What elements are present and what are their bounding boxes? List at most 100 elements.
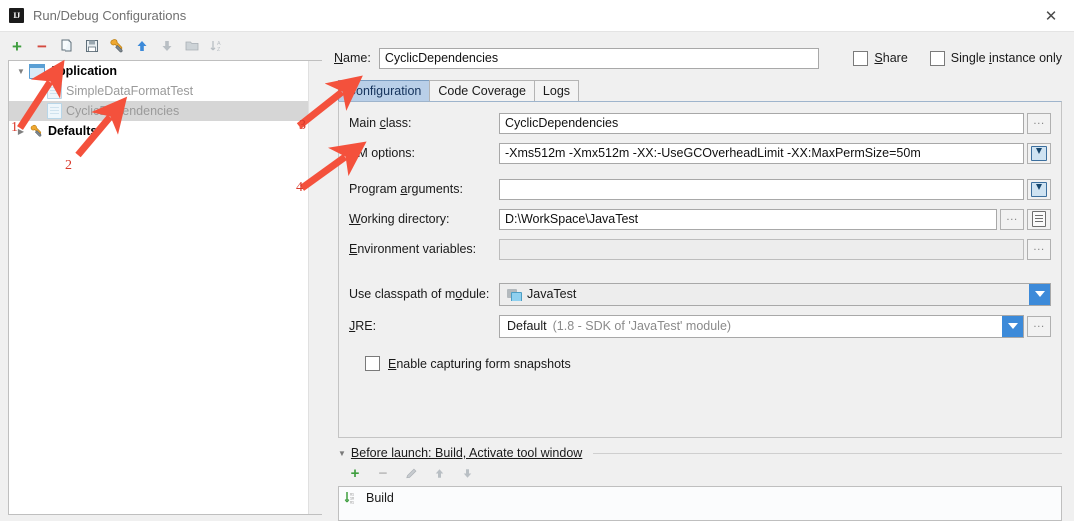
edit-task-button[interactable]: [400, 462, 422, 484]
form-snapshots-label: Enable capturing form snapshots: [388, 356, 571, 371]
title-bar: IJ Run/Debug Configurations ✕: [0, 0, 1074, 32]
add-task-button[interactable]: +: [344, 462, 366, 484]
list-item[interactable]: 01 10 01 Build: [339, 487, 1061, 508]
single-instance-checkbox[interactable]: Single instance only: [929, 50, 1062, 66]
close-icon[interactable]: ✕: [1028, 0, 1074, 31]
move-down-button[interactable]: [156, 35, 178, 57]
sort-az-icon: A Z: [210, 41, 221, 53]
before-launch-task-list[interactable]: 01 10 01 Build: [338, 486, 1062, 521]
single-instance-checkbox-box[interactable]: [929, 50, 945, 66]
environment-variables-label: Environment variables:: [349, 242, 477, 256]
jre-row: JRE: Default (1.8 - SDK of 'JavaTest' mo…: [349, 314, 1051, 338]
edit-defaults-button[interactable]: [106, 35, 128, 57]
working-directory-row: Working directory: D:\WorkSpace\JavaTest…: [349, 208, 1051, 230]
single-instance-label: Single instance only: [950, 51, 1062, 65]
jre-value: Default: [507, 319, 547, 333]
before-launch-toolbar: + −: [338, 460, 1062, 486]
program-arguments-input[interactable]: [499, 178, 1024, 200]
save-icon: [86, 40, 98, 52]
configuration-editor-panel: Name: CyclicDependencies Share Single in…: [330, 32, 1074, 521]
plus-icon: +: [350, 464, 360, 482]
arrow-down-icon: [162, 41, 172, 51]
remove-configuration-button[interactable]: −: [31, 35, 53, 57]
copy-configuration-button[interactable]: [56, 35, 78, 57]
tree-scrollbar[interactable]: [308, 61, 322, 514]
add-configuration-button[interactable]: +: [6, 35, 28, 57]
minus-icon: −: [37, 36, 47, 56]
tree-node-label: CyclicDependencies: [66, 104, 180, 118]
svg-text:01: 01: [350, 500, 354, 504]
application-icon: [29, 63, 45, 79]
name-input[interactable]: CyclicDependencies: [378, 47, 820, 69]
before-launch-header[interactable]: ▼ Before launch: Build, Activate tool wi…: [338, 446, 1062, 460]
save-configuration-button[interactable]: [81, 35, 103, 57]
configuration-form: Main class: CyclicDependencies … VM opti…: [339, 102, 1061, 371]
environment-variables-browse-button[interactable]: …: [1027, 238, 1051, 260]
working-directory-browse-button[interactable]: …: [1000, 208, 1024, 230]
tree-node-label: Defaults: [48, 124, 98, 138]
vm-options-expand-button[interactable]: [1027, 142, 1051, 164]
tree-node-cyclicdependencies[interactable]: CyclicDependencies: [9, 101, 322, 121]
vm-options-input[interactable]: -Xms512m -Xmx512m -XX:-UseGCOverheadLimi…: [499, 142, 1024, 164]
environment-variables-row: Environment variables: …: [349, 238, 1051, 260]
minus-icon: −: [378, 464, 388, 482]
plus-icon: +: [12, 36, 22, 56]
share-checkbox-box[interactable]: [853, 50, 869, 66]
window-title: Run/Debug Configurations: [33, 8, 187, 23]
jre-combobox[interactable]: Default (1.8 - SDK of 'JavaTest' module): [499, 314, 1024, 338]
macros-list-icon: [1032, 211, 1046, 227]
task-label: Build: [366, 490, 394, 505]
working-directory-macros-button[interactable]: [1027, 208, 1051, 230]
vm-options-label: VM options:: [349, 146, 416, 160]
main-class-row: Main class: CyclicDependencies …: [349, 112, 1051, 134]
program-arguments-row: Program arguments:: [349, 178, 1051, 200]
main-class-input[interactable]: CyclicDependencies: [499, 112, 1024, 134]
tab-code-coverage[interactable]: Code Coverage: [429, 80, 535, 101]
editor-tabs: Configuration Code Coverage Logs: [338, 78, 1062, 101]
annotation-number-4: 4: [296, 180, 303, 195]
program-arguments-expand-button[interactable]: [1027, 178, 1051, 200]
vm-options-row: VM options: -Xms512m -Xmx512m -XX:-UseGC…: [349, 142, 1051, 164]
share-checkbox[interactable]: Share: [853, 50, 908, 66]
form-snapshots-checkbox[interactable]: Enable capturing form snapshots: [365, 356, 1051, 371]
expand-editor-icon: [1031, 181, 1047, 197]
classpath-module-combobox[interactable]: JavaTest: [499, 282, 1051, 306]
run-config-icon: [47, 103, 62, 119]
remove-task-button[interactable]: −: [372, 462, 394, 484]
jre-value-wrap: Default (1.8 - SDK of 'JavaTest' module): [500, 319, 1002, 333]
module-icon: [507, 288, 522, 301]
folder-icon: [185, 41, 199, 51]
chevron-down-icon[interactable]: ▼: [338, 449, 346, 458]
configurations-toolbar: + − A Z: [0, 32, 330, 60]
annotation-number-1: 1: [11, 120, 18, 135]
jre-browse-button[interactable]: …: [1027, 315, 1051, 337]
form-snapshots-checkbox-box[interactable]: [365, 356, 380, 371]
tree-node-label: SimpleDataFormatTest: [66, 84, 194, 98]
chevron-down-icon[interactable]: [1029, 283, 1050, 305]
tree-node-defaults[interactable]: ▶ Defaults: [9, 121, 322, 141]
tree-node-simpledataformattest[interactable]: SimpleDataFormatTest: [9, 81, 322, 101]
task-move-up-button[interactable]: [428, 462, 450, 484]
jre-value-hint: (1.8 - SDK of 'JavaTest' module): [552, 319, 732, 333]
expand-twisty-icon[interactable]: ▼: [13, 67, 29, 76]
expand-editor-icon: [1031, 145, 1047, 161]
move-up-button[interactable]: [131, 35, 153, 57]
tree-node-application[interactable]: ▼ Application: [9, 61, 322, 81]
task-move-down-button[interactable]: [456, 462, 478, 484]
environment-variables-input[interactable]: [499, 238, 1024, 260]
configurations-tree[interactable]: ▼ Application SimpleDataFormatTest Cycli…: [8, 60, 322, 515]
before-launch-title: Before launch: Build, Activate tool wind…: [350, 446, 583, 460]
working-directory-input[interactable]: D:\WorkSpace\JavaTest: [499, 208, 997, 230]
program-arguments-label: Program arguments:: [349, 182, 463, 196]
configurations-panel: + − A Z ▼ Application SimpleDataFormatTe…: [0, 32, 330, 521]
move-into-folder-button[interactable]: [181, 35, 203, 57]
section-divider: [593, 452, 1062, 454]
chevron-down-icon[interactable]: [1002, 315, 1023, 337]
annotation-number-3: 3: [299, 118, 306, 133]
jre-label: JRE:: [349, 319, 377, 333]
tab-logs[interactable]: Logs: [533, 80, 580, 101]
wrench-icon: [110, 39, 123, 53]
tab-configuration[interactable]: Configuration: [338, 80, 431, 101]
sort-configurations-button[interactable]: A Z: [206, 35, 228, 57]
main-class-browse-button[interactable]: …: [1027, 112, 1051, 134]
